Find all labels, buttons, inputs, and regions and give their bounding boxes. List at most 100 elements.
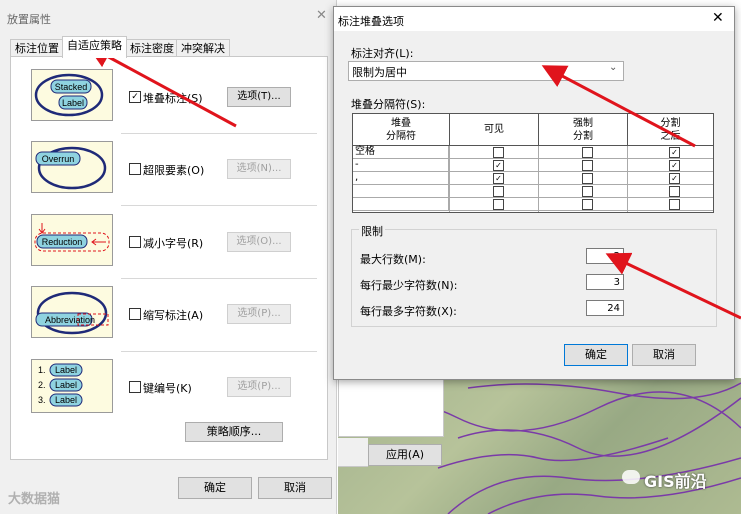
preview-text: Abbreviation [45,315,95,325]
separator-table: 堆叠 分隔符 可见 强制 分割 分割 之后 空格 ✓ - ✓ ✓, ✓ ✓ [352,113,714,213]
visible-checkbox[interactable] [493,186,504,197]
separator-cell[interactable]: - [353,159,449,171]
after-checkbox[interactable] [669,186,680,197]
key-number-text: 键编号(K) [143,382,192,395]
label-stacking-options-dialog: 标注堆叠选项 ✕ 标注对齐(L): 限制为居中 ⌄ 堆叠分隔符(S): 堆叠 分… [333,6,735,380]
reduce-size-group: Reduction 减小字号(R) 选项(O)... [31,214,327,274]
stacked-label-options-button[interactable]: 选项(T)... [227,87,291,107]
stacked-label-group: Stacked Label ✓ 堆叠标注(S) 选项(T)... [31,69,327,129]
separator-cell[interactable]: 空格 [353,146,449,158]
reduce-size-options-button[interactable]: 选项(O)... [227,232,291,252]
dialog-title: 标注堆叠选项 [338,15,404,28]
after-checkbox[interactable]: ✓ [669,147,680,158]
separator-cell[interactable] [353,198,449,210]
stacked-label-preview: Stacked Label [31,69,113,121]
background-dialog-footer [338,438,368,467]
max-lines-input[interactable]: 2 [586,248,624,264]
force-checkbox[interactable] [582,160,593,171]
after-checkbox[interactable]: ✓ [669,173,680,184]
placement-properties-dialog: 放置属性 ✕ 标注位置 自适应策略 标注密度 冲突解决 Stacked Labe… [0,0,337,514]
visible-checkbox[interactable] [493,199,504,210]
preview-text: Label [62,98,84,108]
title-bar: 标注堆叠选项 ✕ [334,7,734,31]
preview-text: 3. [38,395,46,405]
alignment-dropdown[interactable]: 限制为居中 ⌄ [348,61,624,81]
after-checkbox[interactable] [669,199,680,210]
min-chars-label: 每行最少字符数(N): [360,279,458,292]
max-lines-label: 最大行数(M): [360,253,426,266]
reduce-size-checkbox[interactable] [129,236,141,248]
ok-button[interactable]: 确定 [178,477,252,499]
table-row[interactable]: , ✓ ✓ [353,172,713,185]
close-icon[interactable]: ✕ [316,8,327,23]
abbreviate-text: 缩写标注(A) [143,309,204,322]
separator [121,278,317,279]
table-row[interactable]: - ✓ ✓ [353,159,713,172]
background-dialog-panel [338,378,444,437]
preview-text: Reduction [42,237,83,247]
tab-label-position[interactable]: 标注位置 [10,39,64,57]
strategy-order-button[interactable]: 策略顺序... [185,422,283,442]
force-checkbox[interactable] [582,147,593,158]
max-chars-input[interactable]: 24 [586,300,624,316]
force-checkbox[interactable] [582,186,593,197]
preview-text: 2. [38,380,46,390]
key-number-group: 1. 2. 3. Label Label Label 键编号(K) 选项(P).… [31,359,327,419]
table-row[interactable] [353,198,713,211]
cancel-button[interactable]: 取消 [258,477,332,499]
separator [121,133,317,134]
visible-checkbox[interactable] [493,147,504,158]
min-chars-input[interactable]: 3 [586,274,624,290]
brand-label: GIS前沿 [644,472,707,491]
max-chars-label: 每行最多字符数(X): [360,305,457,318]
overrun-preview: Overrun [31,141,113,193]
overrun-options-button[interactable]: 选项(N)... [227,159,291,179]
after-checkbox[interactable]: ✓ [669,160,680,171]
preview-text: Label [55,395,77,405]
key-number-preview: 1. 2. 3. Label Label Label [31,359,113,413]
overrun-checkbox[interactable] [129,163,141,175]
key-number-checkbox[interactable] [129,381,141,393]
abbreviate-preview: Abbreviation [31,286,113,338]
watermark: 大数据猫 [8,492,61,507]
table-row[interactable]: 空格 ✓ [353,146,713,159]
dialog-title: 放置属性 [7,13,51,26]
separator [121,351,317,352]
fitting-strategy-panel: Stacked Label ✓ 堆叠标注(S) 选项(T)... Overrun… [10,56,328,460]
apply-button[interactable]: 应用(A) [368,444,442,466]
separator [121,205,317,206]
separator-cell[interactable]: , [353,172,449,184]
separator-cell[interactable] [353,185,449,197]
reduce-size-preview: Reduction [31,214,113,266]
close-icon[interactable]: ✕ [712,10,724,26]
alignment-value: 限制为居中 [352,66,407,79]
visible-checkbox[interactable]: ✓ [493,173,504,184]
ok-button[interactable]: 确定 [564,344,628,366]
stacked-label-checkbox[interactable]: ✓ [129,91,141,103]
preview-text: Overrun [42,154,75,164]
stack-separator-label: 堆叠分隔符(S): [351,98,426,111]
key-number-options-button[interactable]: 选项(P)... [227,377,291,397]
alignment-label: 标注对齐(L): [351,47,414,60]
cancel-button[interactable]: 取消 [632,344,696,366]
chevron-down-icon: ⌄ [609,62,618,73]
preview-text: 1. [38,365,46,375]
header-visible: 可见 [450,114,539,146]
limits-title: 限制 [359,223,385,239]
tab-conflict-resolution[interactable]: 冲突解决 [176,39,230,57]
abbreviate-checkbox[interactable] [129,308,141,320]
abbreviate-options-button[interactable]: 选项(P)... [227,304,291,324]
stacked-label-text: 堆叠标注(S) [143,92,203,105]
preview-text: Label [55,380,77,390]
header-split-after: 分割 之后 [628,114,713,146]
table-row[interactable] [353,185,713,198]
header-force-split: 强制 分割 [539,114,628,146]
preview-text: Stacked [55,82,88,92]
force-checkbox[interactable] [582,199,593,210]
tab-label-density[interactable]: 标注密度 [125,39,179,57]
tab-fitting-strategy[interactable]: 自适应策略 [62,36,127,58]
reduce-size-text: 减小字号(R) [143,237,204,250]
force-checkbox[interactable] [582,173,593,184]
overrun-text: 超限要素(O) [143,164,205,177]
visible-checkbox[interactable]: ✓ [493,160,504,171]
